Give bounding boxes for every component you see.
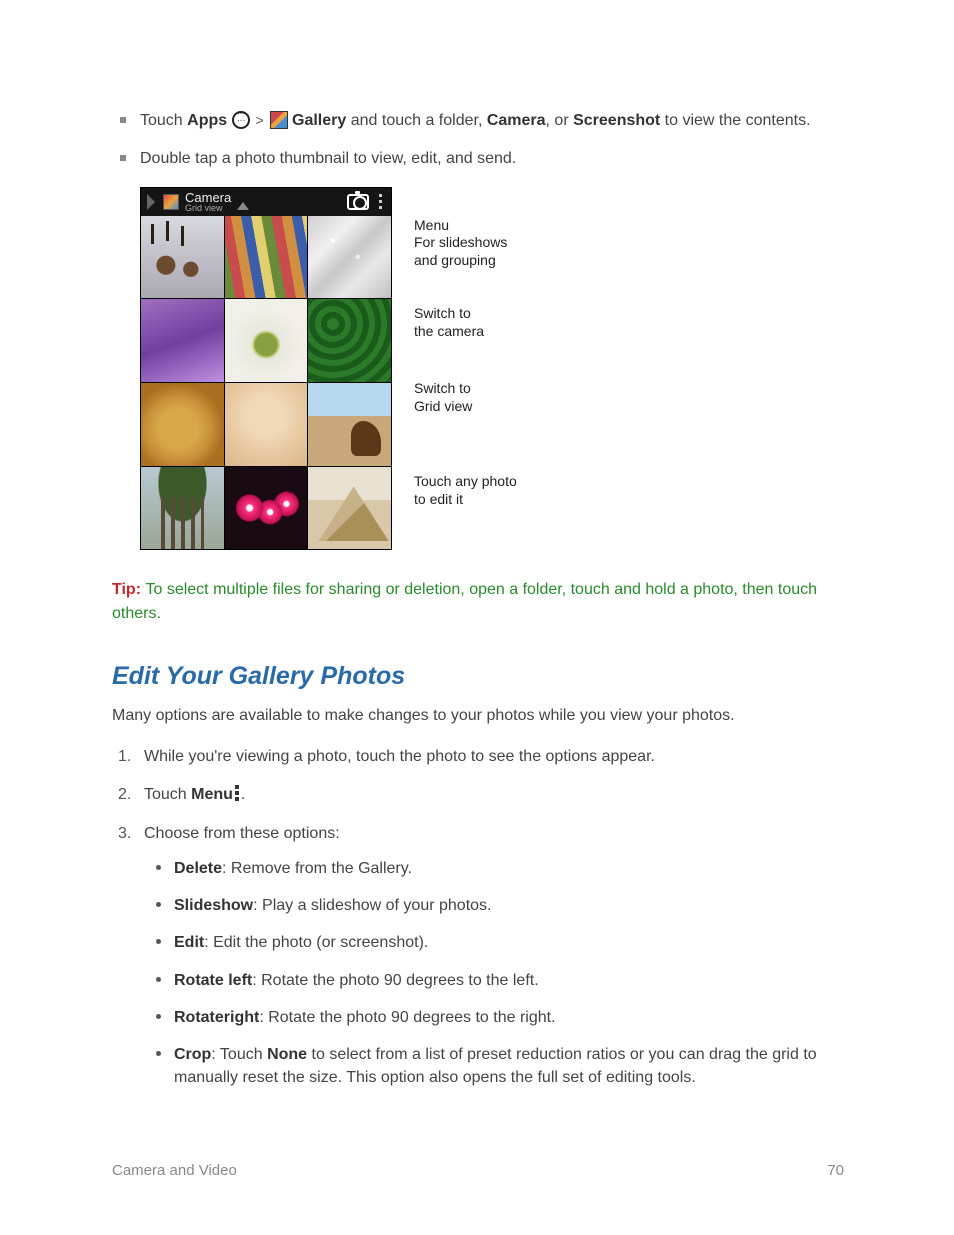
step-1: While you're viewing a photo, touch the …: [144, 746, 844, 768]
callout-line: and grouping: [414, 252, 517, 270]
menu-overflow-icon: [233, 784, 241, 802]
steps-list: While you're viewing a photo, touch the …: [112, 746, 844, 1089]
back-icon[interactable]: [147, 194, 157, 210]
view-mode-label: Grid view: [185, 204, 231, 213]
tip-label: Tip:: [112, 581, 145, 598]
option-rotate-right: Rotateright: Rotate the photo 90 degrees…: [174, 1006, 844, 1029]
photo-thumb[interactable]: [141, 299, 224, 382]
photo-thumb[interactable]: [225, 383, 308, 466]
callout-line: the camera: [414, 323, 517, 341]
callout-grid: Switch to Grid view: [414, 380, 517, 415]
text: , or: [546, 112, 574, 129]
footer-page-number: 70: [827, 1162, 844, 1179]
photo-thumb[interactable]: [141, 383, 224, 466]
option-delete: Delete: Remove from the Gallery.: [174, 857, 844, 880]
opt-desc: : Rotate the photo 90 degrees to the rig…: [259, 1009, 555, 1026]
gallery-figure: Camera Grid view Menu For slideshow: [140, 187, 844, 551]
menu-label: Menu: [191, 786, 233, 803]
breadcrumb-sep: >: [250, 112, 270, 128]
intro-bullet-2: Double tap a photo thumbnail to view, ed…: [140, 148, 844, 170]
option-crop: Crop: Touch None to select from a list o…: [174, 1043, 844, 1089]
menu-overflow-icon[interactable]: [375, 194, 385, 209]
opt-label: Rotateright: [174, 1009, 259, 1026]
intro-bullet-1: Touch Apps > Gallery and touch a folder,…: [140, 110, 844, 132]
camera-label: Camera: [487, 112, 546, 129]
opt-desc: : Remove from the Gallery.: [222, 860, 412, 877]
callout-line: Switch to: [414, 305, 517, 323]
opt-label: Slideshow: [174, 897, 253, 914]
photo-thumb[interactable]: [141, 467, 224, 550]
gallery-icon: [270, 111, 288, 129]
intro-list: Touch Apps > Gallery and touch a folder,…: [112, 110, 844, 171]
callout-line: Grid view: [414, 398, 517, 416]
opt-desc: : Touch: [211, 1046, 267, 1063]
text: .: [241, 786, 245, 803]
text: Choose from these options:: [144, 825, 340, 842]
phone-mock: Camera Grid view: [140, 187, 392, 551]
photo-thumb[interactable]: [225, 467, 308, 550]
opt-label: Delete: [174, 860, 222, 877]
none-label: None: [267, 1046, 307, 1063]
photo-thumb[interactable]: [225, 216, 308, 299]
photo-thumb[interactable]: [308, 467, 391, 550]
callout-touch: Touch any photo to edit it: [414, 473, 517, 508]
text: and touch a folder,: [346, 112, 487, 129]
gallery-app-icon: [163, 194, 179, 210]
callout-line: Touch any photo: [414, 473, 517, 491]
figure-callouts: Menu For slideshows and grouping Switch …: [392, 187, 517, 551]
tip-text: To select multiple files for sharing or …: [112, 581, 817, 622]
opt-desc: : Rotate the photo 90 degrees to the lef…: [252, 972, 538, 989]
step-2: Touch Menu.: [144, 784, 844, 806]
album-title: Camera: [185, 191, 231, 204]
photo-thumb[interactable]: [308, 299, 391, 382]
opt-desc: : Play a slideshow of your photos.: [253, 897, 491, 914]
option-rotate-left: Rotate left: Rotate the photo 90 degrees…: [174, 969, 844, 992]
opt-label: Edit: [174, 934, 204, 951]
screenshot-label: Screenshot: [573, 112, 660, 129]
text: Touch: [144, 786, 191, 803]
opt-label: Rotate left: [174, 972, 252, 989]
photo-thumb[interactable]: [308, 216, 391, 299]
callout-line: to edit it: [414, 491, 517, 509]
opt-desc: : Edit the photo (or screenshot).: [204, 934, 428, 951]
text: Touch: [140, 112, 187, 129]
section-para: Many options are available to make chang…: [112, 705, 844, 727]
callout-line: Switch to: [414, 380, 517, 398]
callout-camera: Switch to the camera: [414, 305, 517, 340]
text: to view the contents.: [660, 112, 810, 129]
photo-thumb[interactable]: [141, 216, 224, 299]
photo-grid: [141, 216, 391, 550]
gallery-header: Camera Grid view: [141, 188, 391, 216]
dropdown-icon[interactable]: [237, 202, 249, 210]
photo-thumb[interactable]: [308, 383, 391, 466]
gallery-label: Gallery: [292, 112, 346, 129]
opt-label: Crop: [174, 1046, 211, 1063]
callout-line: Menu: [414, 217, 517, 235]
option-edit: Edit: Edit the photo (or screenshot).: [174, 931, 844, 954]
apps-label: Apps: [187, 112, 227, 129]
callout-menu: Menu For slideshows and grouping: [414, 217, 517, 270]
step-3: Choose from these options: Delete: Remov…: [144, 823, 844, 1090]
apps-icon: [232, 111, 250, 129]
page-footer: Camera and Video 70: [112, 1162, 844, 1179]
option-slideshow: Slideshow: Play a slideshow of your phot…: [174, 894, 844, 917]
tip-block: Tip: To select multiple files for sharin…: [112, 578, 844, 626]
footer-section: Camera and Video: [112, 1162, 237, 1179]
callout-line: For slideshows: [414, 234, 517, 252]
camera-icon[interactable]: [347, 194, 369, 210]
photo-thumb[interactable]: [225, 299, 308, 382]
section-heading: Edit Your Gallery Photos: [112, 662, 844, 691]
options-list: Delete: Remove from the Gallery. Slidesh…: [144, 857, 844, 1089]
